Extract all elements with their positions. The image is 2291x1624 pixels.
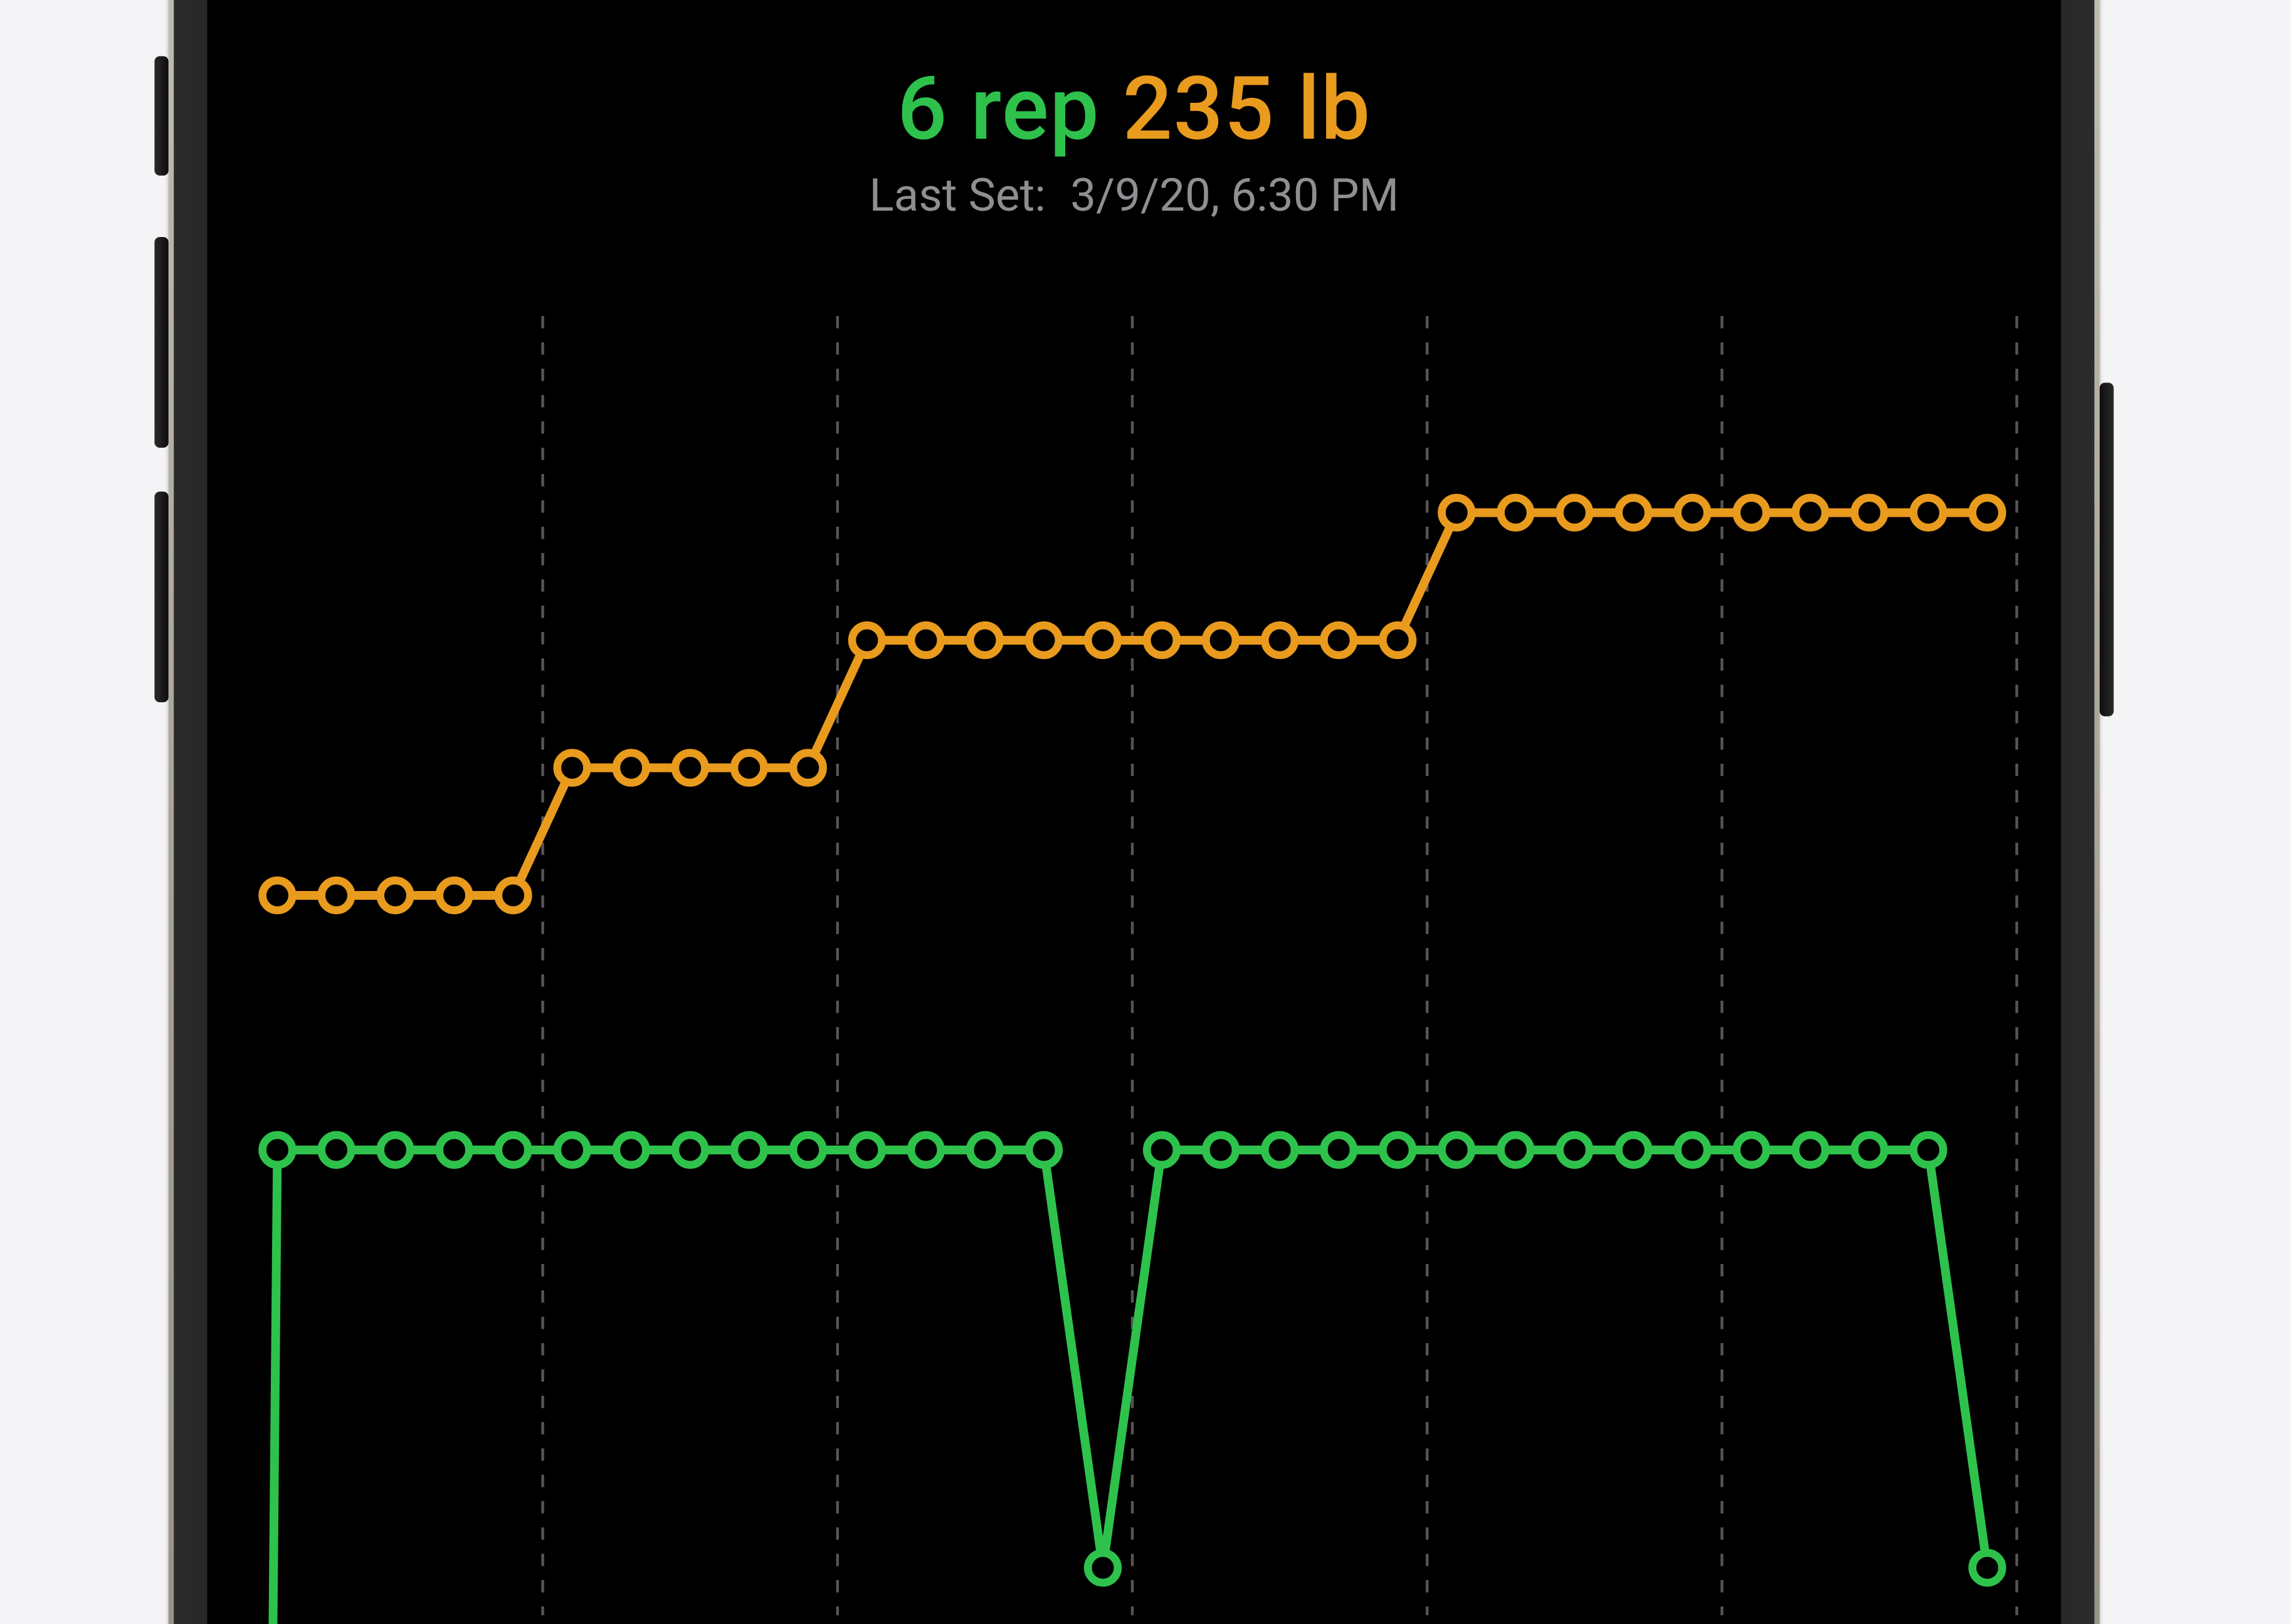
- last-set-timestamp: 3/9/20, 6:30 PM: [1070, 171, 1399, 223]
- set-summary-header: 6 rep 235 lb Last Set: 3/9/20, 6:30 PM: [207, 63, 2061, 223]
- weight-value: 235 lb: [1122, 60, 1371, 161]
- volume-mute-switch[interactable]: [154, 56, 168, 176]
- power-button[interactable]: [2100, 382, 2114, 716]
- reps-series-lead: [272, 1150, 277, 1624]
- volume-down-button[interactable]: [154, 492, 168, 702]
- reps-value: 6 rep: [897, 60, 1100, 161]
- volume-up-button[interactable]: [154, 237, 168, 448]
- last-set-line: Last Set: 3/9/20, 6:30 PM: [207, 171, 2061, 223]
- weight-series-line: [277, 513, 1987, 895]
- last-set-label: Last Set:: [869, 171, 1046, 223]
- progress-chart-svg: [277, 316, 1987, 1615]
- progress-chart[interactable]: [277, 316, 1987, 1615]
- set-summary-main: 6 rep 235 lb: [207, 63, 2061, 160]
